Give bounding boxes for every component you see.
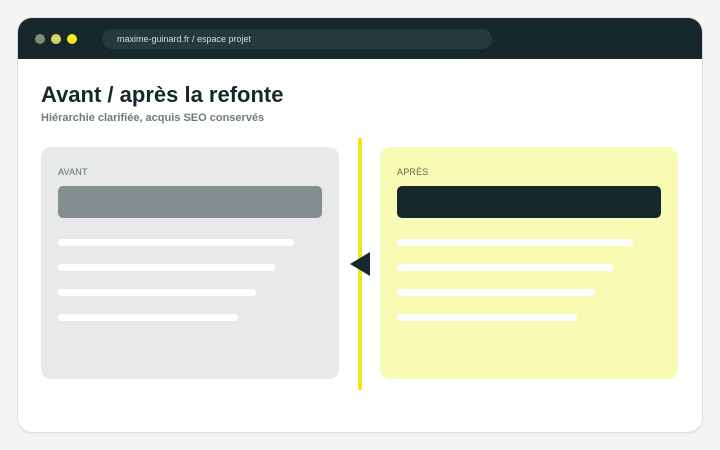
page-title: Avant / après la refonte <box>41 82 284 107</box>
window-dot-2[interactable] <box>51 34 61 44</box>
before-label: AVANT <box>58 167 88 177</box>
after-header-block <box>397 186 661 218</box>
after-text-line-3 <box>397 289 595 296</box>
page-subtitle: Hiérarchie clarifiée, acquis SEO conserv… <box>41 112 265 124</box>
arrow-left-icon <box>350 252 370 276</box>
address-bar[interactable]: maxime-guinard.fr / espace projet <box>102 29 492 49</box>
after-text-line-1 <box>397 239 633 246</box>
before-text-line-1 <box>58 239 294 246</box>
window-dot-3[interactable] <box>67 34 77 44</box>
title-bar: maxime-guinard.fr / espace projet <box>18 18 702 59</box>
after-text-line-2 <box>397 264 614 271</box>
before-panel: AVANT <box>41 147 339 379</box>
after-label: APRÈS <box>397 167 429 177</box>
after-panel: APRÈS <box>380 147 678 379</box>
before-header-block <box>58 186 322 218</box>
before-text-line-4 <box>58 314 238 321</box>
after-text-line-4 <box>397 314 577 321</box>
browser-window: maxime-guinard.fr / espace projet Avant … <box>18 18 702 432</box>
window-dot-1[interactable] <box>35 34 45 44</box>
before-text-line-3 <box>58 289 256 296</box>
before-text-line-2 <box>58 264 275 271</box>
